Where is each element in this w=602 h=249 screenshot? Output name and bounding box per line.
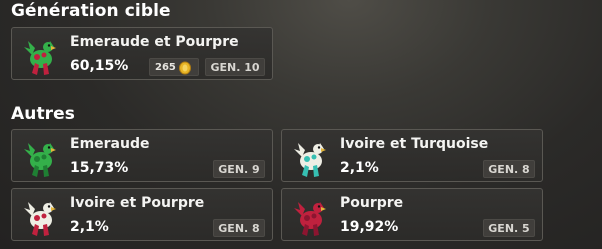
breed-name: Ivoire et Turquoise <box>340 136 489 152</box>
breed-card-ivoire-pourpre[interactable]: Ivoire et Pourpre 2,1% GEN. 8 <box>11 188 273 241</box>
breed-name: Pourpre <box>340 195 404 211</box>
cost-value: 265 <box>155 62 176 73</box>
others-title: Autres <box>11 104 76 124</box>
breed-name: Ivoire et Pourpre <box>70 195 205 211</box>
generation-badge: GEN. 8 <box>213 219 265 237</box>
breed-percent: 2,1% <box>70 219 109 235</box>
breed-card-ivoire-turquoise[interactable]: Ivoire et Turquoise 2,1% GEN. 8 <box>281 129 543 182</box>
generation-badge: GEN. 5 <box>483 219 535 237</box>
dragoturkey-icon <box>294 202 326 236</box>
breed-percent: 2,1% <box>340 160 379 176</box>
coin-icon <box>179 61 191 75</box>
cost-badge: 265 <box>149 58 199 76</box>
dragoturkey-icon <box>24 41 56 75</box>
breed-percent: 15,73% <box>70 160 129 176</box>
target-generation-title: Génération cible <box>11 1 171 21</box>
generation-badge: GEN. 10 <box>205 58 265 76</box>
generation-badge: GEN. 8 <box>483 160 535 178</box>
dragoturkey-icon <box>24 202 56 236</box>
breed-name: Emeraude et Pourpre <box>70 34 239 50</box>
generation-badge: GEN. 9 <box>213 160 265 178</box>
dragoturkey-icon <box>24 143 56 177</box>
target-breed-card[interactable]: Emeraude et Pourpre 60,15% 265 GEN. 10 <box>11 27 273 80</box>
breed-name: Emeraude <box>70 136 150 152</box>
breed-card-emeraude[interactable]: Emeraude 15,73% GEN. 9 <box>11 129 273 182</box>
breed-percent: 19,92% <box>340 219 399 235</box>
breed-card-pourpre[interactable]: Pourpre 19,92% GEN. 5 <box>281 188 543 241</box>
breed-percent: 60,15% <box>70 58 129 74</box>
dragoturkey-icon <box>294 143 326 177</box>
